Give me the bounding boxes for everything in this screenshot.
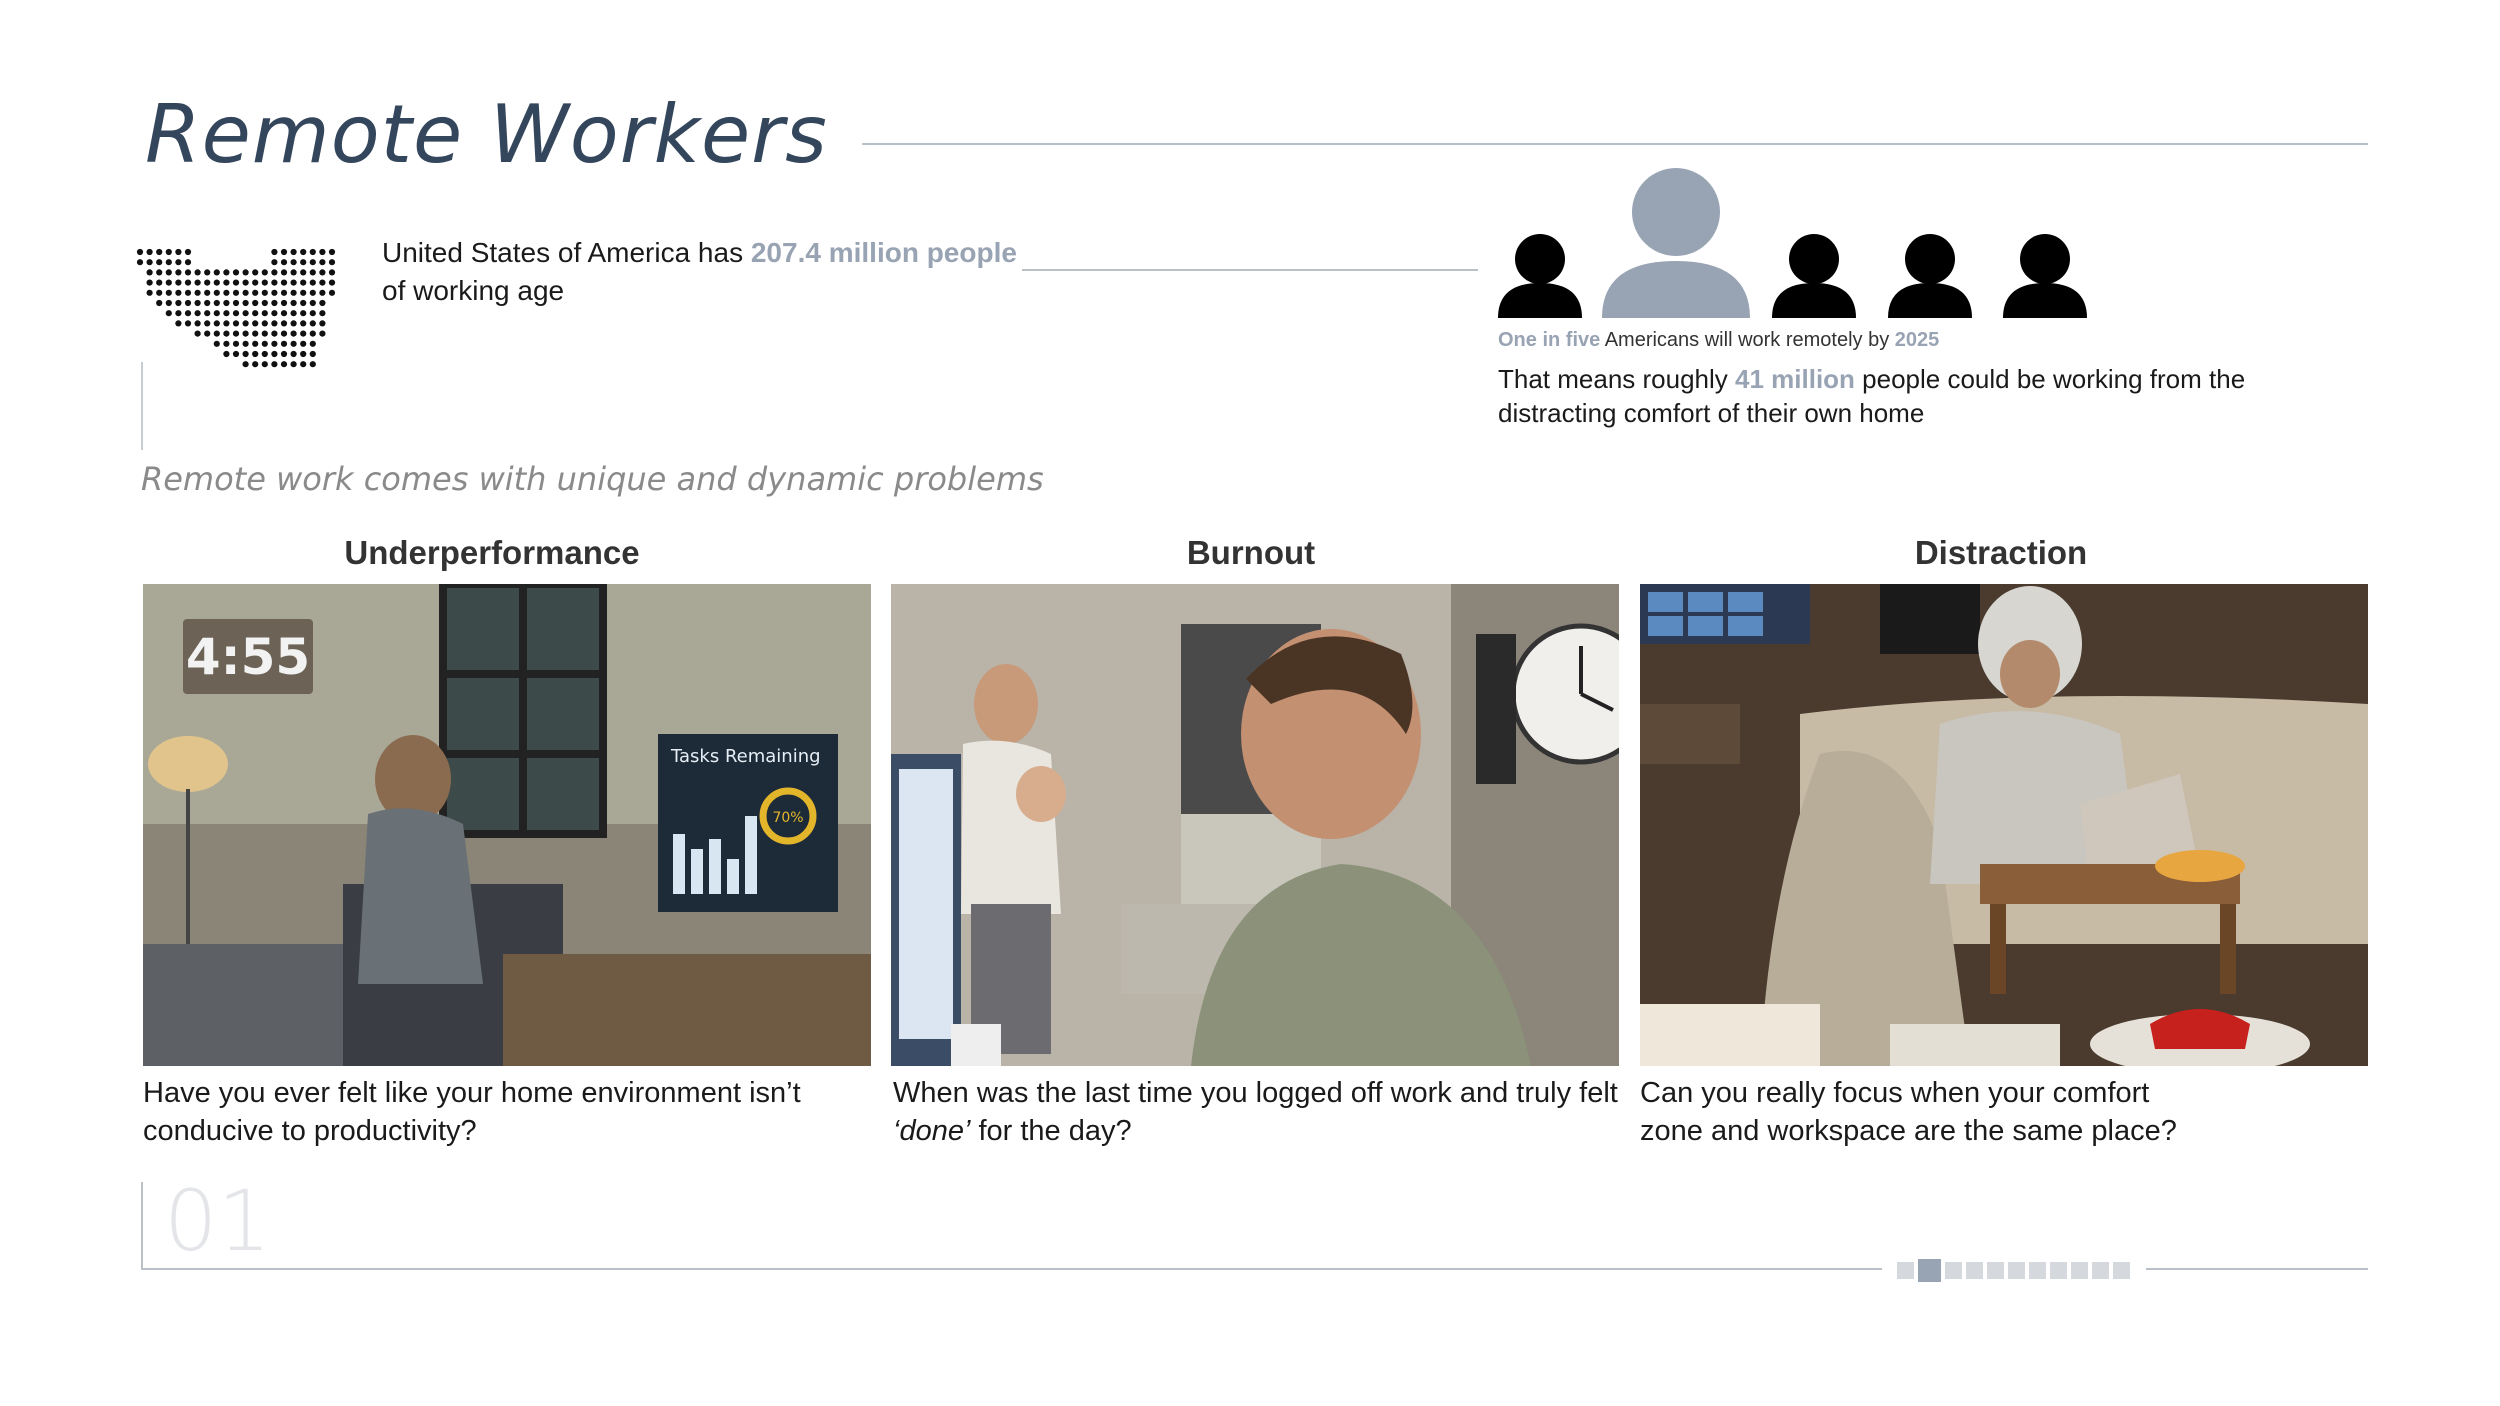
remote-detail-prefix: That means roughly <box>1498 364 1736 394</box>
pager-dot[interactable] <box>1945 1262 1962 1279</box>
monitor-value: 70% <box>772 810 803 826</box>
population-prefix: United States of America has <box>382 237 751 268</box>
slide-pager <box>1897 1259 2130 1282</box>
pager-dot[interactable] <box>2092 1262 2109 1279</box>
person-icon <box>1888 234 1972 318</box>
footer-rule-left <box>141 1268 1882 1270</box>
pager-dot[interactable] <box>1897 1262 1914 1279</box>
heading-underperformance: Underperformance <box>344 534 640 571</box>
person-icon <box>1498 234 1582 318</box>
highlighted-person-icon <box>1602 168 1750 318</box>
remote-year: 2025 <box>1894 329 1940 351</box>
left-vertical-rule <box>141 362 143 450</box>
footer-vertical-rule <box>141 1182 143 1270</box>
pager-dot[interactable] <box>2113 1262 2130 1279</box>
caption-burnout-pre: When was the last time you logged off wo… <box>893 1077 1618 1109</box>
stat-connector <box>1022 269 1478 271</box>
slide-number: 01 <box>164 1172 271 1270</box>
population-highlight: 207.4 million people <box>750 237 1017 268</box>
caption-burnout: When was the last time you logged off wo… <box>893 1074 1623 1150</box>
remote-detail: That means roughly 41 million people cou… <box>1498 362 2278 430</box>
pager-dot[interactable] <box>2008 1262 2025 1279</box>
remote-ratio: One in five Americans will work remotely… <box>1498 329 1939 352</box>
pager-dot[interactable] <box>2050 1262 2067 1279</box>
pager-dot[interactable] <box>2029 1262 2046 1279</box>
tagline: Remote work comes with unique and dynami… <box>141 460 1044 498</box>
population-suffix: of working age <box>382 275 565 306</box>
pager-dot[interactable] <box>1966 1262 1983 1279</box>
remote-ratio-text: Americans will work remotely by <box>1600 329 1895 351</box>
caption-underperformance: Have you ever felt like your home enviro… <box>143 1077 801 1147</box>
remote-ratio-highlight: One in five <box>1498 329 1601 351</box>
page-title: Remote Workers <box>145 88 828 181</box>
caption-distraction: Can you really focus when your comfort z… <box>1640 1077 2177 1147</box>
underperformance-photo: 4:55 Tasks Remaining 70% <box>143 584 871 1066</box>
person-icon <box>1772 234 1856 318</box>
pager-dot[interactable] <box>2071 1262 2088 1279</box>
title-divider <box>862 143 2368 145</box>
distraction-photo <box>1640 584 2368 1066</box>
footer-rule-right <box>2146 1268 2368 1270</box>
person-icon <box>2003 234 2087 318</box>
pager-dot-active[interactable] <box>1918 1259 1941 1282</box>
caption-burnout-emphasis: ‘done’ <box>893 1115 971 1147</box>
clock-display: 4:55 <box>186 628 310 686</box>
population-stat: United States of America has 207.4 milli… <box>382 234 1022 310</box>
remote-detail-highlight: 41 million <box>1735 364 1855 394</box>
monitor-title: Tasks Remaining <box>670 746 821 767</box>
heading-burnout: Burnout <box>1186 534 1316 571</box>
pager-dot[interactable] <box>1987 1262 2004 1279</box>
burnout-photo <box>891 584 1619 1066</box>
heading-distraction: Distraction <box>1914 534 2088 571</box>
caption-burnout-post: for the day? <box>970 1115 1132 1147</box>
people-icons <box>1498 168 2087 318</box>
us-map-icon <box>136 248 336 368</box>
